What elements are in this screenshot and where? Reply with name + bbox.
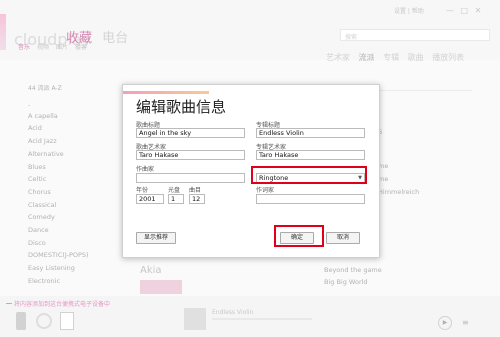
composer-input[interactable] — [136, 173, 245, 183]
lyricist-input[interactable] — [256, 194, 365, 204]
ok-highlight-box — [274, 225, 324, 247]
composer-label: 作曲家 — [136, 166, 155, 173]
year-input[interactable]: 2001 — [136, 194, 164, 204]
disc-label: 光盘 — [168, 187, 181, 194]
year-label: 年份 — [136, 187, 149, 194]
cancel-button[interactable]: 取消 — [326, 232, 360, 244]
dialog-title: 编辑歌曲信息 — [136, 98, 227, 116]
album-artist-input[interactable]: Taro Hakase — [256, 150, 365, 160]
song-artist-input[interactable]: Taro Hakase — [136, 150, 245, 160]
dialog-accent-bar — [123, 91, 209, 94]
song-title-input[interactable]: Angel in the sky — [136, 128, 245, 138]
track-label: 曲目 — [189, 187, 202, 194]
show-recommendations-button[interactable]: 显示推荐 — [136, 232, 176, 244]
genre-highlight-box — [251, 166, 367, 184]
lyricist-label: 作词家 — [256, 187, 275, 194]
disc-input[interactable]: 1 — [168, 194, 184, 204]
album-title-input[interactable]: Endless Violin — [256, 128, 365, 138]
track-input[interactable]: 12 — [189, 194, 205, 204]
